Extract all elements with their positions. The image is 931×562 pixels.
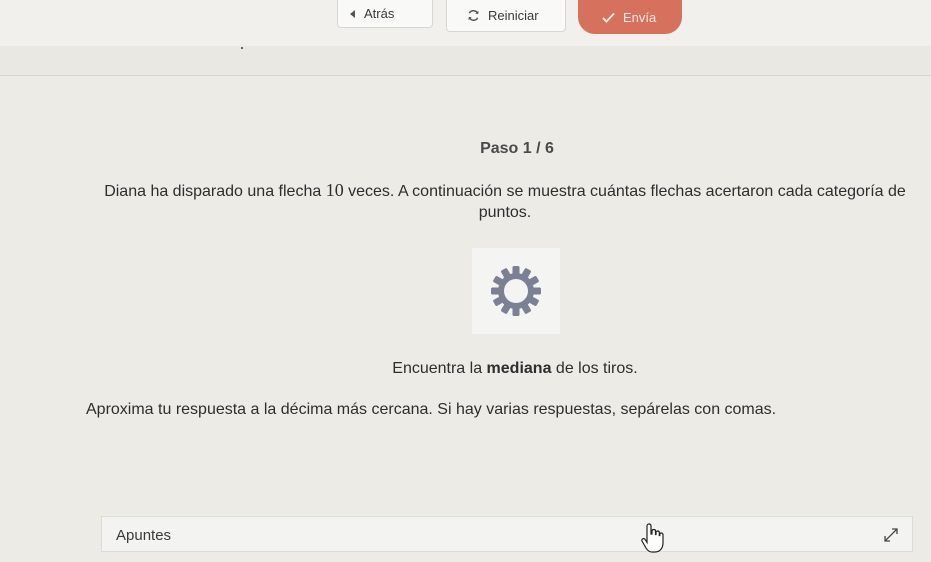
problem-text-start: Diana ha disparado una flecha — [104, 183, 326, 200]
divider-dot — [241, 47, 243, 49]
problem-statement: Diana ha disparado una flecha 10 veces. … — [80, 180, 930, 223]
gear-loading-icon — [490, 265, 542, 317]
reset-button-label: Reiniciar — [488, 8, 539, 23]
problem-number: 10 — [325, 180, 344, 200]
hand-cursor-icon — [640, 522, 666, 554]
expand-icon[interactable] — [882, 526, 900, 544]
submit-button-label: Envía — [623, 9, 657, 25]
instruction-end: de los tiros. — [551, 360, 638, 377]
back-button-label: Atrás — [364, 6, 395, 21]
chevron-left-icon — [350, 9, 356, 18]
instruction-bold: mediana — [486, 360, 552, 377]
problem-text-end: veces. A continuación se muestra cuántas… — [343, 183, 906, 221]
submit-button[interactable]: Envía — [578, 0, 682, 34]
rounding-instruction: Aproxima tu respuesta a la décima más ce… — [86, 401, 777, 418]
refresh-icon — [467, 9, 480, 22]
instruction-start: Encuentra la — [392, 360, 487, 377]
notes-label: Apuntes — [116, 527, 172, 544]
figure-loading-area — [472, 248, 560, 334]
reset-button[interactable]: Reiniciar — [446, 0, 566, 32]
check-icon — [602, 12, 615, 23]
instruction-text: Encuentra la mediana de los tiros. — [0, 360, 931, 378]
notes-panel[interactable]: Apuntes — [101, 516, 913, 552]
back-button[interactable]: Atrás — [337, 0, 433, 28]
toolbar: Atrás Reiniciar Envía — [0, 0, 931, 46]
step-indicator: Paso 1 / 6 — [480, 140, 554, 157]
